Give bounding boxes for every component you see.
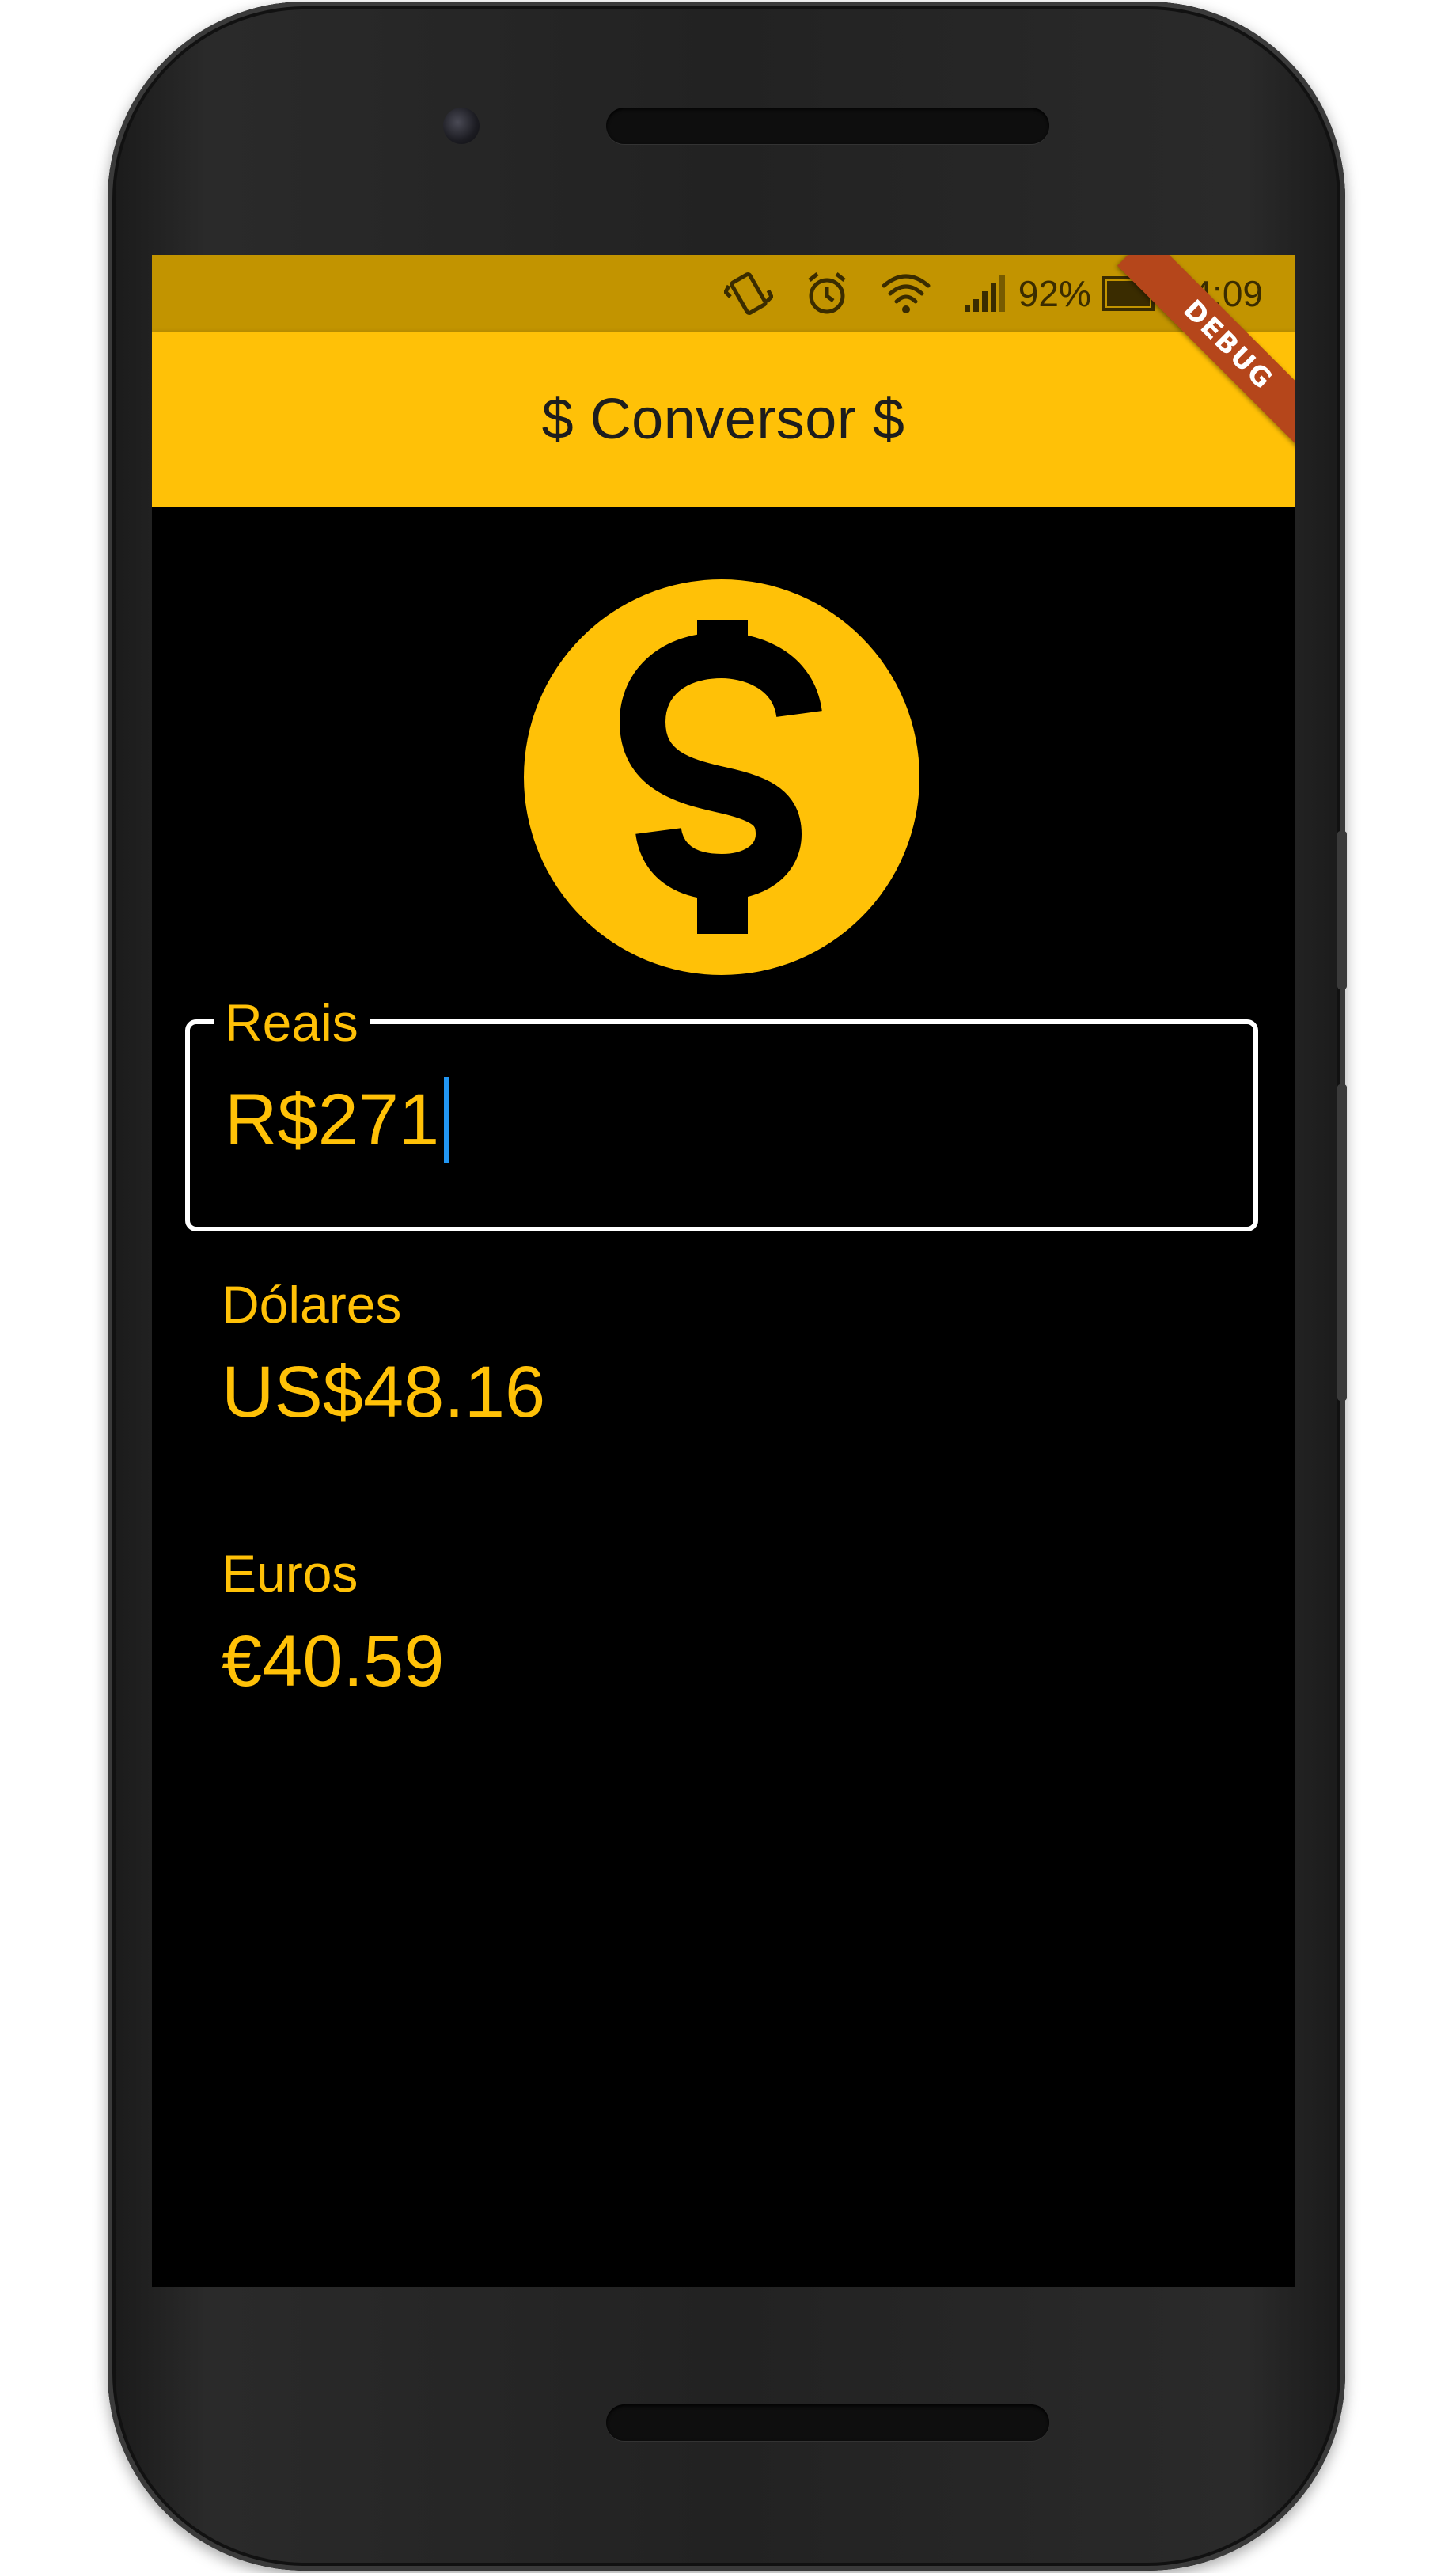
bottom-speaker-grille [606, 2404, 1049, 2441]
volume-button [1337, 1084, 1347, 1401]
reais-field-label: Reais [214, 994, 370, 1051]
app-title: $ Conversor $ [541, 388, 905, 451]
dolares-value: US$48.16 [222, 1352, 546, 1433]
dollar-coin-icon [524, 579, 919, 975]
device-frame-stage: 92% 14:09 DEBUG $ Conversor $ Reais R$27… [0, 0, 1456, 2573]
power-button [1337, 831, 1347, 989]
app-screen: 92% 14:09 DEBUG $ Conversor $ Reais R$27… [152, 255, 1295, 2287]
text-cursor [444, 1077, 449, 1163]
signal-icon [963, 274, 1007, 313]
euros-label: Euros [222, 1544, 358, 1603]
dolares-label: Dólares [222, 1275, 402, 1334]
reais-input[interactable]: R$271 [225, 1076, 449, 1163]
reais-input-value: R$271 [225, 1080, 440, 1160]
top-speaker-grille [606, 108, 1049, 144]
front-camera [443, 108, 480, 144]
euros-value: €40.59 [222, 1621, 445, 1702]
alarm-icon [805, 271, 849, 317]
battery-percent: 92% [1018, 272, 1091, 314]
app-bar: $ Conversor $ [152, 332, 1295, 507]
wifi-icon [881, 271, 931, 316]
vibrate-icon [723, 271, 773, 316]
reais-input-field[interactable]: Reais R$271 [185, 994, 1258, 1231]
